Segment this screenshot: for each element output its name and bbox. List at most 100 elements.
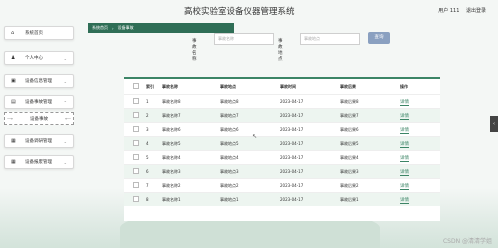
user-icon: ♟ <box>11 55 16 61</box>
sidebar-item-survey[interactable]: ▦ 设备调研管理 ⌄ <box>4 134 74 148</box>
accident-result: 事故后果7 <box>340 108 400 123</box>
sidebar-item-home[interactable]: ⌂ 系统首页 <box>4 26 74 40</box>
row-index: 7 <box>146 178 162 193</box>
accident-time: 2023-04-17 <box>280 122 340 137</box>
detail-link[interactable]: 详情 <box>400 113 409 120</box>
watermark: CSDN @清清学姐 <box>442 238 492 245</box>
accident-place: 事故地点7 <box>220 108 280 123</box>
sidebar-item-scrap[interactable]: ▦ 设备报废管理 ⌄ <box>4 155 74 169</box>
column-header: 事故名称 <box>162 83 178 89</box>
accident-place: 事故地点5 <box>220 136 280 151</box>
detail-link[interactable]: 详情 <box>400 127 409 134</box>
accident-place: 事故地点6 <box>220 122 280 137</box>
row-checkbox[interactable] <box>133 98 139 104</box>
collapse-tab[interactable]: ‹ <box>490 116 498 132</box>
row-checkbox[interactable] <box>133 126 139 132</box>
row-index: 8 <box>146 192 162 206</box>
left-marker-icon: ⟶ <box>7 116 13 121</box>
row-checkbox[interactable] <box>133 196 139 202</box>
select-all-cell <box>124 79 146 95</box>
accident-name: 事故名称4 <box>162 150 220 165</box>
site-title: 高校实验室设备仪器管理系统 <box>184 7 295 17</box>
row-checkbox[interactable] <box>133 140 139 146</box>
accident-name: 事故名称3 <box>162 164 220 179</box>
column-header: 索引 <box>146 83 154 89</box>
detail-link[interactable]: 详情 <box>400 197 409 204</box>
detail-link[interactable]: 详情 <box>400 155 409 162</box>
accident-result: 事故后果8 <box>340 94 400 109</box>
column-header: 事故时间 <box>280 83 296 89</box>
accident-time: 2023-04-17 <box>280 150 340 165</box>
accident-place: 事故地点1 <box>220 192 280 206</box>
detail-link[interactable]: 详情 <box>400 183 409 190</box>
table-row: 5 事故名称4 事故地点4 2023-04-17 事故后果4 详情 <box>124 150 440 165</box>
breadcrumb: 系统首页 › 设备事故 <box>88 23 234 33</box>
table-row: 8 事故名称1 事故地点1 2023-04-17 事故后果1 详情 <box>124 192 440 206</box>
row-checkbox[interactable] <box>133 112 139 118</box>
sidebar-item-label: 设备调研管理 <box>25 139 52 144</box>
top-header: 高校实验室设备仪器管理系统 用户 111 退出登录 <box>0 0 498 24</box>
detail-link[interactable]: 详情 <box>400 99 409 106</box>
row-index: 2 <box>146 108 162 123</box>
accident-result: 事故后果4 <box>340 150 400 165</box>
table-header-row: 索引 事故名称 事故地点 事故时间 事故后果 操作 <box>124 79 440 95</box>
sidebar: ⌂ 系统首页 ♟ 个人中心 ⌄ ▣ 设备信息管理 ⌄ ▤ 设备事故管理 ⌃ ⟶ … <box>0 24 78 248</box>
accident-result: 事故后果5 <box>340 136 400 151</box>
search-button[interactable]: 查询 <box>368 32 390 44</box>
detail-link[interactable]: 详情 <box>400 141 409 148</box>
place-search-input[interactable]: 事故地点 <box>300 33 360 45</box>
accident-result: 事故后果1 <box>340 192 400 206</box>
accident-name: 事故名称8 <box>162 94 220 109</box>
accident-time: 2023-04-17 <box>280 178 340 193</box>
accident-time: 2023-04-17 <box>280 94 340 109</box>
accident-time: 2023-04-17 <box>280 108 340 123</box>
row-index: 5 <box>146 150 162 165</box>
image-icon: ▤ <box>11 99 16 105</box>
row-checkbox[interactable] <box>133 168 139 174</box>
chevron-up-icon: ⌃ <box>63 99 67 105</box>
breadcrumb-current: 设备事故 <box>117 25 134 30</box>
detail-link[interactable]: 详情 <box>400 169 409 176</box>
accident-place: 事故地点3 <box>220 164 280 179</box>
right-marker-icon: ⟵ <box>65 116 71 121</box>
chevron-down-icon: ⌄ <box>63 55 67 61</box>
sidebar-item-label: 设备报废管理 <box>25 160 52 165</box>
sidebar-item-label: 个人中心 <box>25 56 43 61</box>
table-row: 1 事故名称8 事故地点8 2023-04-17 事故后果8 详情 <box>124 94 440 109</box>
breadcrumb-home[interactable]: 系统首页 <box>92 25 108 31</box>
sidebar-item-equipment-info[interactable]: ▣ 设备信息管理 ⌄ <box>4 74 74 88</box>
sidebar-subitem-accident[interactable]: ⟶ 设备事故 ⟵ <box>4 112 74 125</box>
user-area: 用户 111 退出登录 <box>433 7 486 14</box>
accident-place: 事故地点4 <box>220 150 280 165</box>
accident-table: 索引 事故名称 事故地点 事故时间 事故后果 操作 1 事故名称8 事故地点8 … <box>124 77 440 221</box>
row-checkbox[interactable] <box>133 154 139 160</box>
accident-name: 事故名称5 <box>162 136 220 151</box>
column-header: 事故后果 <box>340 83 356 89</box>
table-row: 6 事故名称3 事故地点3 2023-04-17 事故后果3 详情 <box>124 164 440 179</box>
accident-place: 事故地点8 <box>220 94 280 109</box>
accident-name: 事故名称6 <box>162 122 220 137</box>
name-search-input[interactable]: 事故名称 <box>214 33 274 45</box>
row-index: 6 <box>146 164 162 179</box>
row-index: 4 <box>146 136 162 151</box>
user-name: 用户 111 <box>438 8 460 14</box>
row-checkbox[interactable] <box>133 182 139 188</box>
table-row: 3 事故名称6 事故地点6 2023-04-17 事故后果6 详情 <box>124 122 440 137</box>
select-all-checkbox[interactable] <box>133 82 139 89</box>
chevron-down-icon: ⌄ <box>63 138 67 144</box>
logout-link[interactable]: 退出登录 <box>466 8 486 14</box>
table-row: 2 事故名称7 事故地点7 2023-04-17 事故后果7 详情 <box>124 108 440 123</box>
place-label: 事故地点 <box>278 39 283 62</box>
grid-icon: ▦ <box>11 138 16 144</box>
table-row: 7 事故名称2 事故地点2 2023-04-17 事故后果2 详情 <box>124 178 440 193</box>
sidebar-item-profile[interactable]: ♟ 个人中心 ⌄ <box>4 51 74 65</box>
row-index: 1 <box>146 94 162 109</box>
accident-result: 事故后果6 <box>340 122 400 137</box>
accident-result: 事故后果2 <box>340 178 400 193</box>
sidebar-item-accident-mgmt[interactable]: ▤ 设备事故管理 ⌃ <box>4 95 74 109</box>
accident-time: 2023-04-17 <box>280 164 340 179</box>
grid-icon: ▦ <box>11 159 16 165</box>
chevron-down-icon: ⌄ <box>63 159 67 165</box>
breadcrumb-separator: › <box>112 25 114 31</box>
sidebar-item-label: 设备事故 <box>30 116 48 122</box>
